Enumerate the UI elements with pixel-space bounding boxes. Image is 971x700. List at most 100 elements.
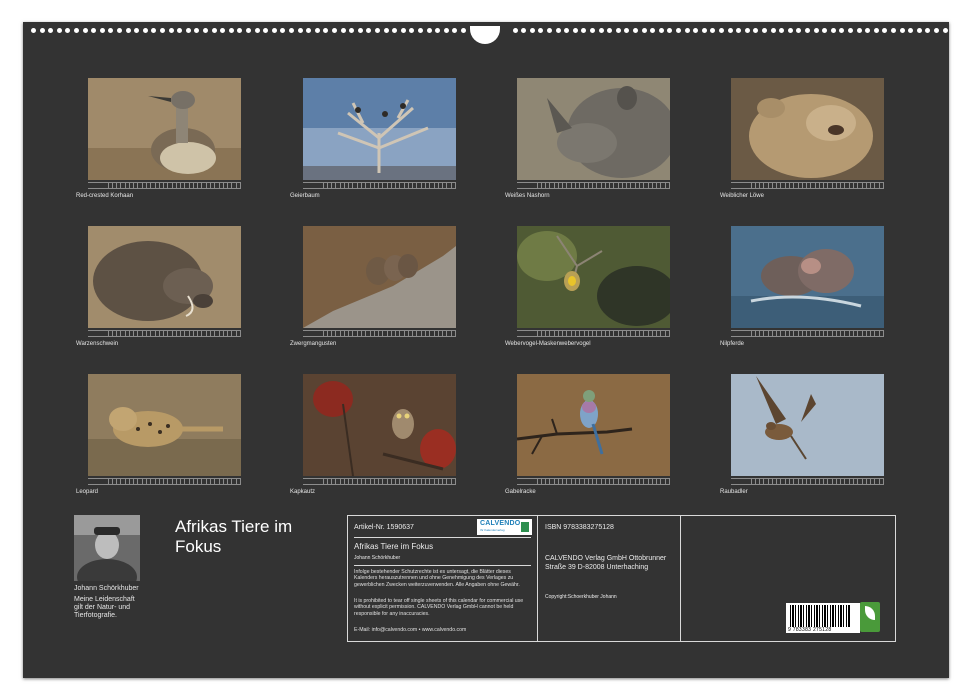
binding-hole [426,28,432,33]
binding-hole [31,28,36,33]
month-dateline [517,330,670,337]
binding-hole [701,28,707,33]
binding-hole [796,28,802,33]
author-name: Johann Schörkhuber [74,585,139,592]
binding-hole [65,28,71,33]
day-tick [452,479,456,484]
day-tick [666,331,670,336]
product-author: Johann Schörkhuber [354,555,401,561]
month-dateline [731,330,884,337]
binding-hole [822,28,828,33]
binding-hole [168,28,174,33]
isbn: ISBN 9783383275128 [545,524,614,531]
binding-hole [340,28,346,33]
binding-hole [633,28,638,33]
binding-hole [99,28,105,33]
day-tick [517,479,538,484]
binding-hole [409,28,415,33]
binding-hole [710,28,716,33]
binding-hole [684,28,690,33]
binding-hole [736,28,742,33]
logo-mark-icon [521,522,529,532]
month-caption: Red-crested Korhaan [76,193,134,199]
day-tick [731,331,752,336]
leopard-photo [88,374,241,476]
binding-hole [271,28,277,33]
month-caption: Webervogel-Maskenwebervogel [505,341,591,347]
month-dateline [517,182,670,189]
binding-hole [779,28,785,33]
day-tick [303,183,324,188]
day-tick [237,479,241,484]
month-dateline [303,330,456,337]
day-tick [880,479,884,484]
isbn-column: ISBN 9783383275128 CALVENDO Verlag GmbH … [538,516,681,641]
binding-hole [555,28,561,33]
binding-hole [753,28,759,33]
binding-hole [839,28,845,33]
binding-hole [185,28,191,33]
day-tick [517,331,538,336]
binding-hole [564,28,570,33]
binding-hole [452,28,458,33]
binding-hole [461,28,466,33]
binding-hole [56,28,62,33]
binding-hole [624,28,630,33]
product-title: Afrikas Tiere im Fokus [354,542,434,551]
month-caption: Weiblicher Löwe [720,193,764,199]
binding-hole [134,28,140,33]
binding-hole [289,28,294,33]
hanger-notch [470,26,500,44]
binding-hole [125,28,131,33]
binding-hole [598,28,604,33]
day-tick [88,479,109,484]
binding-hole [220,28,226,33]
weaver-photo [517,226,670,328]
binding-hole [332,28,337,33]
day-tick [666,183,670,188]
warthog-photo [88,226,241,328]
calendar-back-page: Red-crested Korhaan Geierbaum Weißes Nas… [23,22,949,678]
binding-hole [91,28,97,33]
rhino-photo [517,78,670,180]
binding-hole [658,28,664,33]
logo-subtext: Ihr Kalenderverlag [480,528,505,532]
month-caption: Kapkautz [290,489,316,495]
binding-hole [942,28,948,33]
owl-photo [303,374,456,476]
author-bio: Meine Leidenschaft gilt der Natur- und T… [74,596,135,619]
article-number: Artikel-Nr. 1590637 [354,524,414,531]
binding-hole [142,28,148,33]
binding-hole [357,28,363,33]
binding-hole [211,28,217,33]
lioness-photo [731,78,884,180]
binding-hole [237,28,243,33]
binding-hole [383,28,389,33]
binding-hole [908,28,914,33]
binding-hole [891,28,896,33]
month-dateline [88,478,241,485]
day-tick [452,331,456,336]
binding-hole [151,28,157,33]
divider [354,537,531,538]
barcode-bars [790,605,850,627]
mongoose-photo [303,226,456,328]
binding-hole [194,28,200,33]
binding-hole [787,28,793,33]
month-dateline [88,330,241,337]
binding-hole [873,28,879,33]
month-dateline [303,478,456,485]
binding-hole [306,28,312,33]
binding-hole [521,28,527,33]
binding-hole [117,28,122,33]
binding-hole [607,28,613,33]
publisher-address: CALVENDO Verlag GmbH Ottobrunner Straße … [545,555,667,571]
product-column: Artikel-Nr. 1590637 CALVENDO Ihr Kalende… [348,516,538,641]
binding-hole [572,28,578,33]
binding-hole [538,28,544,33]
binding-hole [203,28,208,33]
day-tick [303,331,324,336]
day-tick [517,183,538,188]
month-dateline [731,182,884,189]
binding-hole [581,28,587,33]
